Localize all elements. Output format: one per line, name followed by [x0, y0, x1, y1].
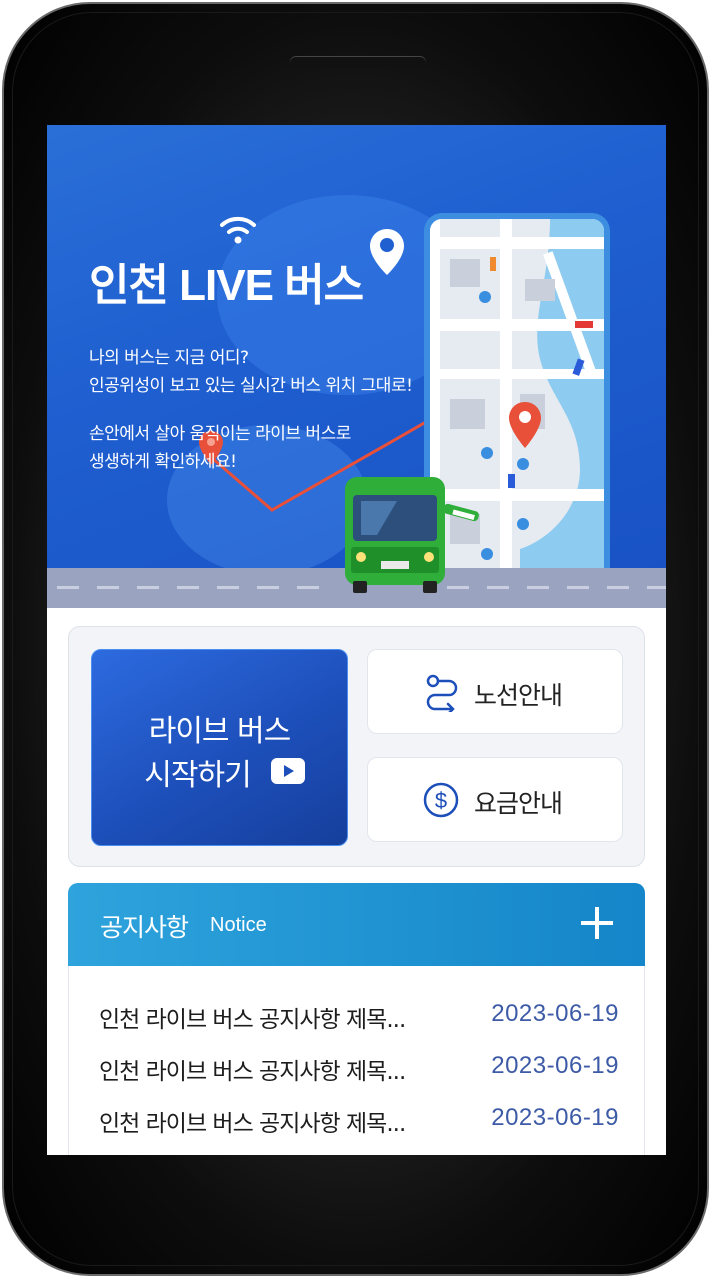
notice-subtitle: Notice: [210, 914, 267, 936]
notice-item-title: 인천 라이브 버스 공지사항 제목...: [99, 1111, 406, 1137]
notice-item-date: 2023-06-19: [491, 1104, 619, 1131]
notice-item-title: 인천 라이브 버스 공지사항 제목...: [99, 1007, 406, 1033]
list-item[interactable]: 인천 라이브 버스 공지사항 제목... 2023-06-19: [99, 1046, 619, 1086]
fare-info-button[interactable]: $ 요금안내: [367, 757, 623, 842]
banner-text-line: 나의 버스는 지금 어디?: [89, 348, 249, 368]
phone-speaker: [290, 56, 426, 68]
notice-title: 공지사항: [100, 913, 189, 942]
banner-text-line: 손안에서 살아 움직이는 라이브 버스로: [89, 424, 351, 444]
play-icon: [271, 758, 305, 784]
list-item[interactable]: 인천 라이브 버스 공지사항 제목... 2023-06-19: [99, 1098, 619, 1138]
dollar-icon: $: [423, 782, 459, 818]
live-button-label: 시작하기: [144, 758, 251, 793]
notice-list: 인천 라이브 버스 공지사항 제목... 2023-06-19 인천 라이브 버…: [68, 966, 645, 1155]
quick-actions-panel: 라이브 버스 시작하기 노선안내 $ 요금안내: [68, 626, 645, 867]
start-live-bus-button[interactable]: 라이브 버스 시작하기: [91, 649, 348, 846]
map-pin-icon: [370, 229, 404, 275]
plus-icon[interactable]: [579, 905, 615, 941]
app-screen: 인천 LIVE 버스 나의 버스는 지금 어디? 인공위성이 보고 있는 실시간…: [47, 125, 666, 1155]
notice-item-date: 2023-06-19: [491, 1052, 619, 1079]
route-icon: [426, 674, 458, 712]
bus-icon: [345, 477, 479, 593]
notice-header: 공지사항 Notice: [68, 883, 645, 966]
banner-title: 인천 LIVE 버스: [89, 261, 364, 310]
live-button-label: 라이브 버스: [148, 714, 292, 749]
route-info-label: 노선안내: [474, 681, 563, 710]
notice-item-title: 인천 라이브 버스 공지사항 제목...: [99, 1059, 406, 1085]
location-pin-icon: [509, 402, 541, 448]
hero-banner: 인천 LIVE 버스 나의 버스는 지금 어디? 인공위성이 보고 있는 실시간…: [47, 125, 666, 608]
list-item[interactable]: 인천 라이브 버스 공지사항 제목... 2023-06-19: [99, 994, 619, 1034]
wifi-icon: [220, 216, 256, 244]
svg-text:$: $: [435, 788, 447, 813]
fare-info-label: 요금안내: [474, 789, 563, 818]
banner-text-line: 인공위성이 보고 있는 실시간 버스 위치 그대로!: [89, 376, 413, 396]
banner-text-line: 생생하게 확인하세요!: [89, 452, 237, 472]
route-info-button[interactable]: 노선안내: [367, 649, 623, 734]
notice-item-date: 2023-06-19: [491, 1000, 619, 1027]
